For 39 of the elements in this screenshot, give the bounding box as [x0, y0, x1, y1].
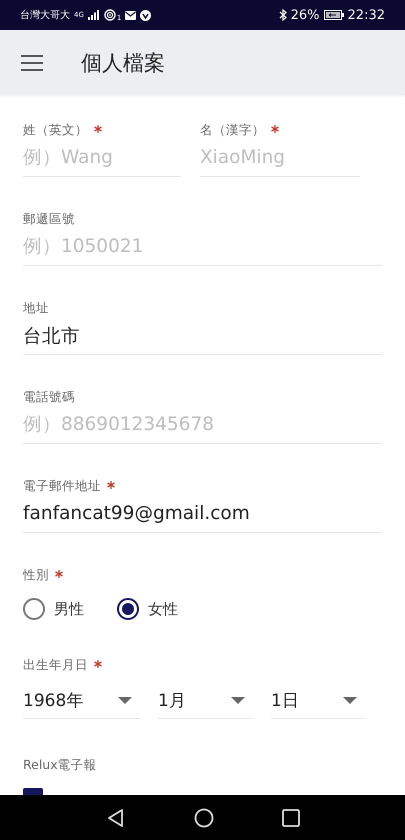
- field-label: 名（漢字）: [200, 122, 265, 138]
- menu-icon[interactable]: [21, 54, 43, 70]
- dropdown[interactable]: 1月: [158, 682, 253, 719]
- battery-percent: 26%: [290, 8, 320, 22]
- input-field[interactable]: 例）Wang: [23, 138, 181, 177]
- shield-icon: [140, 10, 152, 20]
- caret-icon: [231, 696, 245, 704]
- bluetooth-icon: [278, 9, 287, 21]
- input-field[interactable]: 例）8869012345678: [23, 405, 382, 444]
- signal-icon: [88, 10, 100, 20]
- carrier-name: 台灣大哥大: [20, 8, 70, 22]
- dropdown[interactable]: 1日: [271, 682, 365, 719]
- dropdown[interactable]: 1968年: [23, 682, 140, 719]
- field-label: 地址: [23, 300, 49, 316]
- home-icon[interactable]: [194, 808, 214, 828]
- input-field[interactable]: XiaoMing: [200, 138, 360, 177]
- radio-button[interactable]: [23, 598, 45, 620]
- field-label: Relux電子報: [23, 757, 98, 773]
- radio-label: 男性: [54, 600, 84, 618]
- input-field[interactable]: fanfancat99@gmail.com: [23, 494, 382, 533]
- page-title: 個人檔案: [81, 50, 165, 76]
- field-label: 性別: [23, 567, 49, 583]
- field-label: 電子郵件地址: [23, 478, 101, 494]
- radio-label: 女性: [148, 600, 178, 618]
- caret-icon: [343, 696, 357, 704]
- hotspot-icon: [104, 9, 116, 21]
- caret-icon: [118, 696, 132, 704]
- input-field[interactable]: 例）1050021: [23, 227, 382, 266]
- battery-icon: [324, 10, 344, 20]
- field-label: 電話號碼: [23, 389, 75, 405]
- mail-icon: [125, 10, 136, 20]
- back-icon[interactable]: [106, 808, 126, 828]
- field-label: 郵遞區號: [23, 211, 75, 227]
- field-label: 出生年月日: [23, 657, 88, 673]
- recents-icon[interactable]: [282, 808, 300, 826]
- radio-button[interactable]: [117, 598, 139, 620]
- clock: 22:32: [348, 8, 385, 22]
- field-label: 姓（英文）: [23, 122, 88, 138]
- input-field[interactable]: 台北市: [23, 316, 382, 355]
